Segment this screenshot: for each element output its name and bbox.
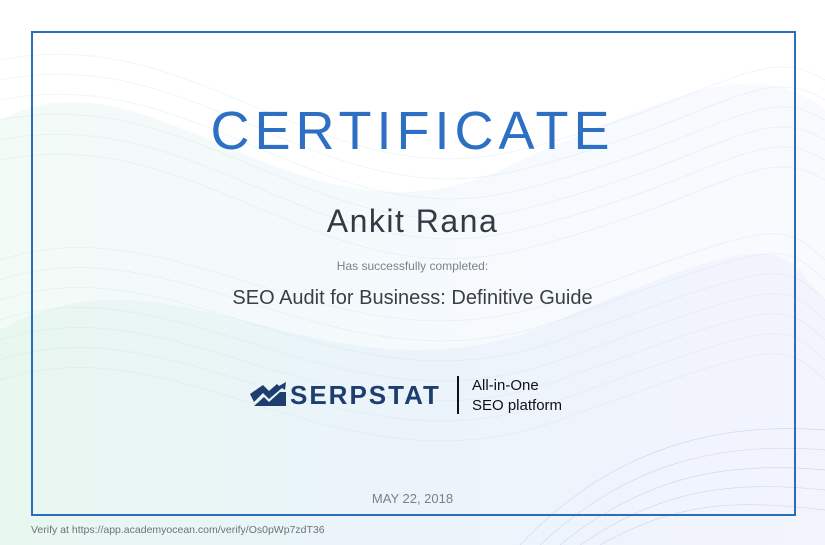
recipient-name: Ankit Rana bbox=[326, 203, 499, 239]
course-title: SEO Audit for Business: Definitive Guide bbox=[232, 287, 593, 309]
completed-label: Has successfully completed: bbox=[336, 259, 489, 273]
tagline-line-1: All-in-One bbox=[472, 377, 539, 394]
verify-link[interactable]: Verify at https://app.academyocean.com/v… bbox=[31, 524, 325, 536]
serpstat-logo: SERPSTAT All-in-One SEO platform bbox=[250, 376, 590, 416]
logo-wordmark: SERPSTAT bbox=[290, 380, 441, 410]
logo-tagline: All-in-One SEO platform bbox=[472, 376, 562, 416]
serpstat-logo-icon bbox=[250, 382, 286, 406]
logo-divider bbox=[457, 376, 459, 414]
certificate-title: CERTIFICATE bbox=[210, 101, 615, 161]
tagline-line-2: SEO platform bbox=[472, 397, 563, 414]
certificate-page: CERTIFICATE Ankit Rana Has successfully … bbox=[0, 0, 825, 545]
completion-date: MAY 22, 2018 bbox=[371, 491, 454, 506]
